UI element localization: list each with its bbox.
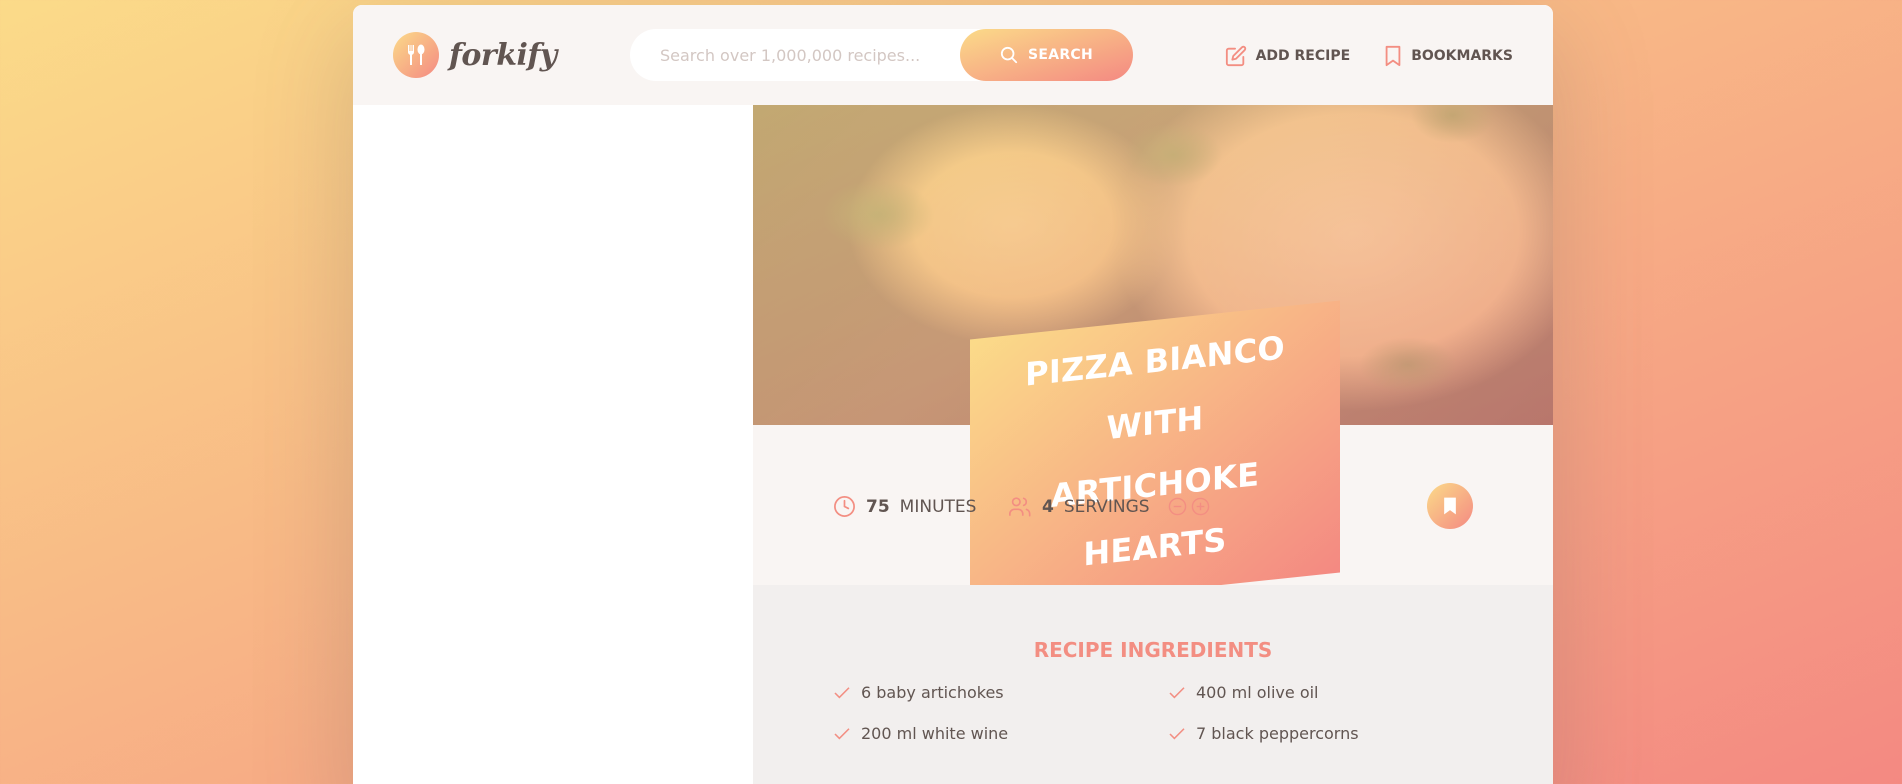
bookmarks-label: BOOKMARKS xyxy=(1411,48,1513,64)
search-form: SEARCH xyxy=(630,29,1133,81)
users-icon xyxy=(1009,497,1031,517)
clock-icon xyxy=(834,496,855,517)
recipe-ingredients: RECIPE INGREDIENTS 6 baby artichokes 400… xyxy=(753,585,1553,784)
ingredient-item: 7 black peppercorns xyxy=(1168,724,1493,743)
search-button[interactable]: SEARCH xyxy=(960,29,1133,81)
ingredient-text: 6 baby artichokes xyxy=(861,683,1004,702)
cooking-time: 75 minutes xyxy=(833,495,976,518)
search-results-sidebar xyxy=(353,105,753,784)
recipe-view: Pizza Bianco with Artichoke Hearts 75 mi… xyxy=(753,105,1553,784)
bookmark-icon xyxy=(1385,45,1401,67)
servings-controls xyxy=(1168,497,1210,516)
ingredient-text: 7 black peppercorns xyxy=(1196,724,1359,743)
servings-value: 4 xyxy=(1042,496,1054,517)
ingredient-text: 200 ml white wine xyxy=(861,724,1009,743)
top-nav: ADD RECIPE BOOKMARKS xyxy=(1225,45,1513,67)
search-button-label: SEARCH xyxy=(1027,47,1094,63)
recipe-figure: Pizza Bianco with Artichoke Hearts xyxy=(753,105,1553,612)
fork-spoon-icon xyxy=(393,32,439,78)
check-icon xyxy=(834,686,850,698)
ingredient-item: 200 ml white wine xyxy=(833,724,1168,743)
increase-servings-button[interactable] xyxy=(1191,497,1210,516)
ingredient-item: 6 baby artichokes xyxy=(833,683,1168,702)
minus-circle-icon xyxy=(1168,497,1186,516)
check-icon xyxy=(1169,686,1185,698)
add-recipe-label: ADD RECIPE xyxy=(1255,48,1351,64)
cooking-time-value: 75 xyxy=(866,496,890,517)
ingredient-list: 6 baby artichokes 400 ml olive oil 200 m… xyxy=(833,683,1493,743)
recipe-title: Pizza Bianco with Artichoke Hearts xyxy=(970,300,1340,612)
ingredients-heading: RECIPE INGREDIENTS xyxy=(1033,638,1273,662)
check-icon xyxy=(834,727,850,739)
add-recipe-button[interactable]: ADD RECIPE xyxy=(1225,45,1351,67)
brand-name: forkify xyxy=(449,37,557,73)
check-icon xyxy=(1169,727,1185,739)
servings-unit: servings xyxy=(1063,496,1150,517)
plus-circle-icon xyxy=(1191,497,1209,516)
ingredient-text: 400 ml olive oil xyxy=(1196,683,1319,702)
app-container: forkify SEARCH ADD RECIPE xyxy=(353,5,1553,784)
search-icon xyxy=(1000,46,1018,64)
ingredient-item: 400 ml olive oil xyxy=(1168,683,1493,702)
bookmarks-button[interactable]: BOOKMARKS xyxy=(1384,45,1513,67)
header: forkify SEARCH ADD RECIPE xyxy=(353,5,1553,105)
logo[interactable]: forkify xyxy=(393,32,557,78)
servings: 4 servings xyxy=(1008,495,1210,518)
bookmark-recipe-button[interactable] xyxy=(1427,483,1473,529)
cooking-time-unit: minutes xyxy=(899,496,977,517)
edit-icon xyxy=(1225,45,1246,67)
bookmark-fill-icon xyxy=(1444,497,1456,515)
search-input[interactable] xyxy=(660,45,960,65)
decrease-servings-button[interactable] xyxy=(1168,497,1187,516)
